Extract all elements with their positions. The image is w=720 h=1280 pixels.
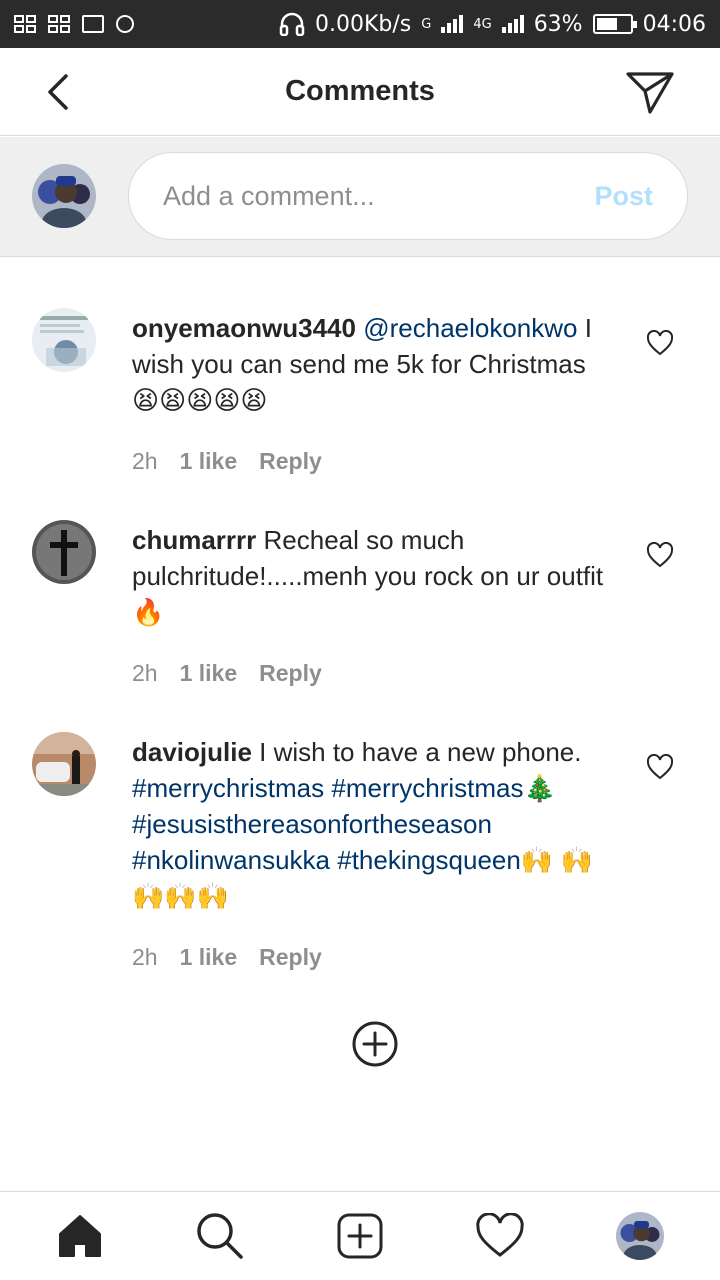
signal-icon [441, 15, 464, 33]
nav-new-post[interactable] [332, 1208, 388, 1264]
comment-username[interactable]: chumarrrr [132, 525, 256, 555]
battery-icon [592, 14, 637, 34]
app-notification-icon [48, 15, 70, 33]
bottom-navigation [0, 1191, 720, 1280]
commenter-avatar[interactable] [32, 308, 96, 372]
headphones-icon [279, 12, 305, 36]
heart-icon [476, 1213, 524, 1257]
comment-likes[interactable]: 1 like [180, 448, 238, 475]
clock: 04:06 [642, 11, 706, 37]
paper-plane-icon[interactable] [624, 68, 676, 116]
status-bar: 0.00Kb/s G 4G 63% 04:06 [0, 0, 720, 48]
network-speed: 0.00Kb/s [315, 11, 412, 37]
gallery-notification-icon [82, 15, 104, 33]
comment-meta: 2h 1 like Reply [132, 660, 322, 687]
christmas-tree-emoji: 🎄 [523, 773, 556, 803]
comment-time: 2h [132, 448, 158, 474]
comment-time: 2h [132, 660, 158, 686]
hashtag-link[interactable]: #nkolinwansukka [132, 845, 330, 875]
reply-button[interactable]: Reply [259, 660, 322, 687]
home-icon [59, 1215, 101, 1257]
hashtag-link[interactable]: #thekingsqueen [337, 845, 521, 875]
comment-username[interactable]: onyemaonwu3440 [132, 313, 356, 343]
comment-mention[interactable]: @rechaelokonkwo [363, 313, 577, 343]
hashtag-link[interactable]: #jesusisthereasonfortheseason [132, 809, 492, 839]
comment-time: 2h [132, 944, 158, 970]
comment-text: onyemaonwu3440 @rechaelokonkwo I wish yo… [132, 310, 612, 418]
reply-button[interactable]: Reply [259, 944, 322, 971]
nav-profile[interactable] [612, 1208, 668, 1264]
comment-text: daviojulie I wish to have a new phone. #… [132, 734, 612, 914]
hashtag-link[interactable]: #merrychristmas [331, 773, 523, 803]
heart-icon[interactable] [646, 330, 674, 356]
comment-composer: Post [0, 137, 720, 257]
comment-likes[interactable]: 1 like [180, 944, 238, 971]
back-button[interactable] [38, 70, 78, 114]
current-user-avatar [32, 164, 96, 228]
music-notification-icon [116, 15, 134, 33]
reply-button[interactable]: Reply [259, 448, 322, 475]
comment-likes[interactable]: 1 like [180, 660, 238, 687]
comment-meta: 2h 1 like Reply [132, 944, 322, 971]
post-button[interactable]: Post [594, 181, 653, 212]
search-icon [197, 1213, 243, 1259]
nav-home[interactable] [52, 1208, 108, 1264]
comment-input-wrapper: Post [128, 152, 688, 240]
profile-avatar [616, 1212, 664, 1260]
add-post-icon [337, 1213, 383, 1259]
sim1-type: G [421, 16, 432, 32]
hashtag-link[interactable]: #merrychristmas [132, 773, 324, 803]
commenter-avatar[interactable] [32, 520, 96, 584]
signal-icon [501, 15, 524, 33]
page-title: Comments [285, 75, 435, 107]
heart-icon[interactable] [646, 542, 674, 568]
commenter-avatar[interactable] [32, 732, 96, 796]
comment-input[interactable] [163, 180, 595, 212]
sim2-type: 4G [473, 16, 492, 32]
load-more-comments-icon[interactable] [351, 1020, 399, 1068]
heart-icon[interactable] [646, 754, 674, 780]
comment-username[interactable]: daviojulie [132, 737, 252, 767]
app-notification-icon [14, 15, 36, 33]
comment-message: I wish to have a new phone. [251, 737, 582, 767]
battery-percent: 63% [533, 11, 583, 37]
top-app-bar: Comments [0, 48, 720, 136]
comment-text: chumarrrr Recheal so much pulchritude!..… [132, 522, 612, 630]
comment-meta: 2h 1 like Reply [132, 448, 322, 475]
nav-search[interactable] [192, 1208, 248, 1264]
nav-activity[interactable] [472, 1208, 528, 1264]
